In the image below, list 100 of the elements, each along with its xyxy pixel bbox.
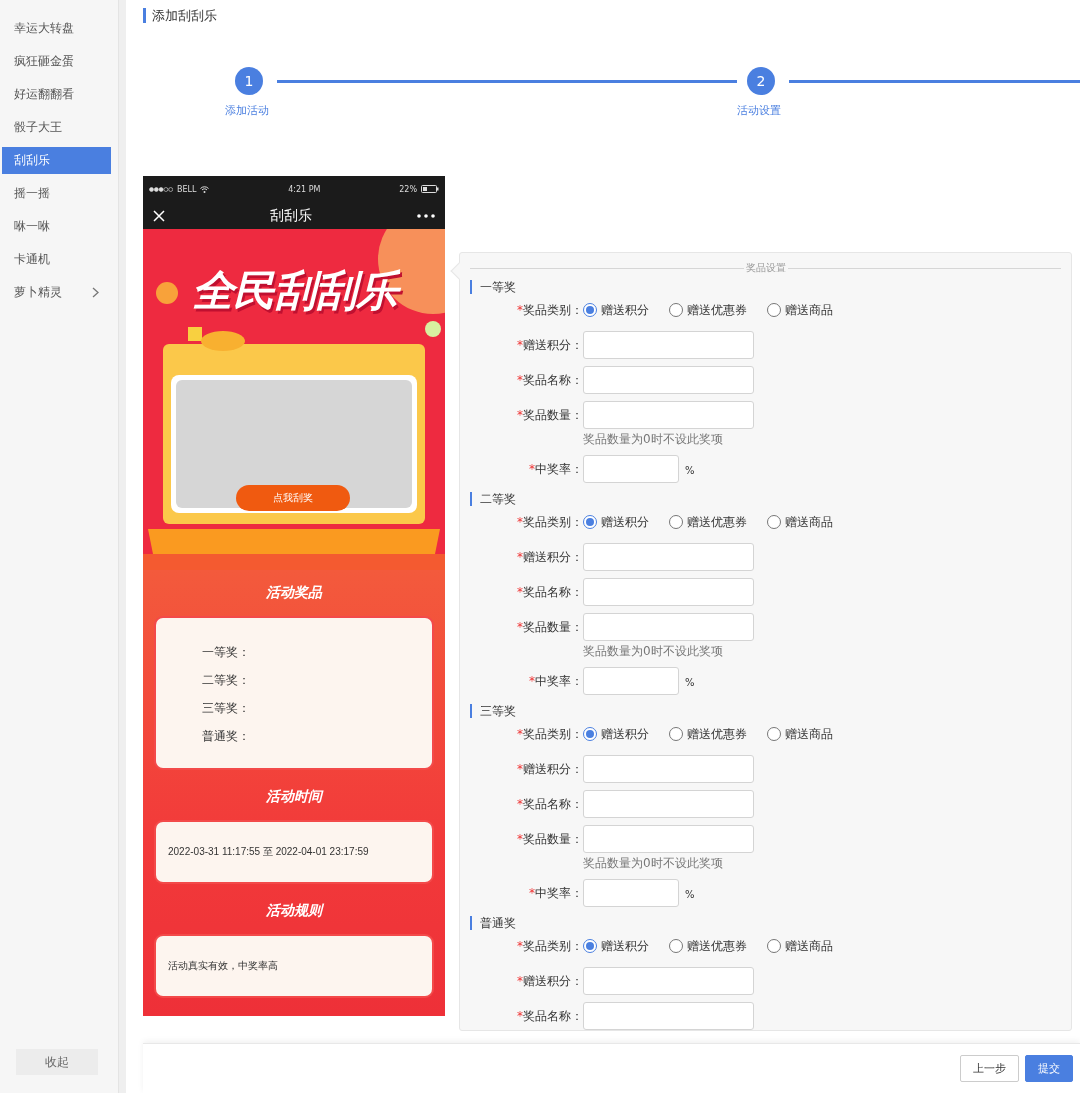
field-label: *赠送积分： <box>516 549 583 566</box>
prize-line: 一等奖： <box>202 643 251 661</box>
radio-icon[interactable] <box>583 727 597 741</box>
radio-icon[interactable] <box>583 515 597 529</box>
radio-label: 赠送优惠券 <box>687 301 747 319</box>
more-icon[interactable] <box>417 213 435 218</box>
radio-option[interactable]: 赠送优惠券 <box>669 301 747 319</box>
collapse-button[interactable]: 收起 <box>16 1049 98 1075</box>
radio-label: 赠送商品 <box>785 725 833 743</box>
radio-option[interactable]: 赠送积分 <box>583 301 649 319</box>
radio-option[interactable]: 赠送积分 <box>583 937 649 955</box>
radio-option[interactable]: 赠送商品 <box>767 301 833 319</box>
battery-icon <box>421 185 439 193</box>
text-field[interactable] <box>583 366 754 394</box>
radio-label: 赠送积分 <box>601 513 649 531</box>
radio-icon[interactable] <box>669 727 683 741</box>
radio-option[interactable]: 赠送商品 <box>767 513 833 531</box>
signal-icon <box>149 186 173 192</box>
radio-icon[interactable] <box>583 303 597 317</box>
percent-unit: % <box>685 676 695 690</box>
submit-button[interactable]: 提交 <box>1025 1055 1073 1082</box>
sidebar-item[interactable]: 疯狂砸金蛋 <box>2 48 111 75</box>
radio-option[interactable]: 赠送积分 <box>583 513 649 531</box>
radio-icon[interactable] <box>767 303 781 317</box>
radio-icon[interactable] <box>767 727 781 741</box>
radio-label: 赠送商品 <box>785 513 833 531</box>
status-time: 4:21 PM <box>288 184 321 194</box>
text-field[interactable] <box>583 331 754 359</box>
radio-option[interactable]: 赠送优惠券 <box>669 725 747 743</box>
field-label: *奖品数量： <box>516 831 583 848</box>
prize-line: 普通奖： <box>202 727 251 745</box>
text-field[interactable] <box>583 967 754 995</box>
text-field[interactable] <box>583 755 754 783</box>
sidebar-item[interactable]: 萝卜精灵 <box>2 279 111 306</box>
radio-icon[interactable] <box>669 515 683 529</box>
text-field[interactable] <box>583 825 754 853</box>
field-label: *奖品类别： <box>516 726 583 743</box>
field-label: *奖品名称： <box>516 796 583 813</box>
panel-legend: 奖品设置 <box>743 261 788 275</box>
field-hint: 奖品数量为0时不设此奖项 <box>583 431 724 448</box>
text-field[interactable] <box>583 578 754 606</box>
rate-field[interactable] <box>583 455 679 483</box>
radio-label: 赠送积分 <box>601 725 649 743</box>
field-label: *奖品类别： <box>516 302 583 319</box>
info-text: 活动真实有效，中奖率高 <box>168 959 279 973</box>
radio-icon[interactable] <box>669 303 683 317</box>
field-label: *赠送积分： <box>516 337 583 354</box>
page-title: 添加刮刮乐 <box>143 8 1080 23</box>
field-label: *奖品名称： <box>516 1008 583 1025</box>
sidebar-item[interactable]: 刮刮乐 <box>2 147 111 174</box>
field-label: *中奖率： <box>528 673 583 690</box>
section-title: 活动规则 <box>265 902 325 920</box>
back-button[interactable]: 上一步 <box>960 1055 1019 1082</box>
field-label: *奖品名称： <box>516 372 583 389</box>
field-hint: 奖品数量为0时不设此奖项 <box>583 855 724 872</box>
prize-title: 普通奖 <box>470 916 1061 930</box>
phone-title: 刮刮乐 <box>270 206 312 225</box>
sidebar-item[interactable]: 咻一咻 <box>2 213 111 240</box>
rate-field[interactable] <box>583 667 679 695</box>
radio-label: 赠送积分 <box>601 301 649 319</box>
field-label: *中奖率： <box>528 461 583 478</box>
sidebar-item[interactable]: 幸运大转盘 <box>2 15 111 42</box>
radio-icon[interactable] <box>669 939 683 953</box>
sidebar-item[interactable]: 摇一摇 <box>2 180 111 207</box>
sidebar-item[interactable]: 骰子大王 <box>2 114 111 141</box>
radio-option[interactable]: 赠送商品 <box>767 937 833 955</box>
radio-icon[interactable] <box>767 939 781 953</box>
text-field[interactable] <box>583 1002 754 1030</box>
text-field[interactable] <box>583 790 754 818</box>
field-label: *奖品数量： <box>516 619 583 636</box>
field-label: *赠送积分： <box>516 761 583 778</box>
info-text: 2022-03-31 11:17:55 至 2022-04-01 23:17:59 <box>168 845 370 859</box>
sidebar-item[interactable]: 卡通机 <box>2 246 111 273</box>
radio-option[interactable]: 赠送积分 <box>583 725 649 743</box>
radio-icon[interactable] <box>767 515 781 529</box>
radio-icon[interactable] <box>583 939 597 953</box>
close-icon[interactable] <box>153 209 165 222</box>
radio-label: 赠送商品 <box>785 937 833 955</box>
banner-title: 全民刮刮乐 <box>143 263 445 319</box>
radio-option[interactable]: 赠送商品 <box>767 725 833 743</box>
prize-line: 二等奖： <box>202 671 251 689</box>
percent-unit: % <box>685 464 695 478</box>
carrier-name: BELL <box>177 184 197 194</box>
step-label: 添加活动 <box>225 103 269 118</box>
field-hint: 奖品数量为0时不设此奖项 <box>583 643 724 660</box>
radio-label: 赠送优惠券 <box>687 513 747 531</box>
field-label: *奖品数量： <box>516 407 583 424</box>
text-field[interactable] <box>583 613 754 641</box>
text-field[interactable] <box>583 543 754 571</box>
section-title: 活动奖品 <box>265 584 324 602</box>
text-field[interactable] <box>583 401 754 429</box>
field-label: *奖品类别： <box>516 938 583 955</box>
radio-option[interactable]: 赠送优惠券 <box>669 937 747 955</box>
rate-field[interactable] <box>583 879 679 907</box>
prize-title: 三等奖 <box>470 704 1061 718</box>
radio-option[interactable]: 赠送优惠券 <box>669 513 747 531</box>
step-number: 2 <box>747 67 775 95</box>
sidebar-item[interactable]: 好运翻翻看 <box>2 81 111 108</box>
field-label: *奖品名称： <box>516 584 583 601</box>
percent-unit: % <box>685 888 695 902</box>
